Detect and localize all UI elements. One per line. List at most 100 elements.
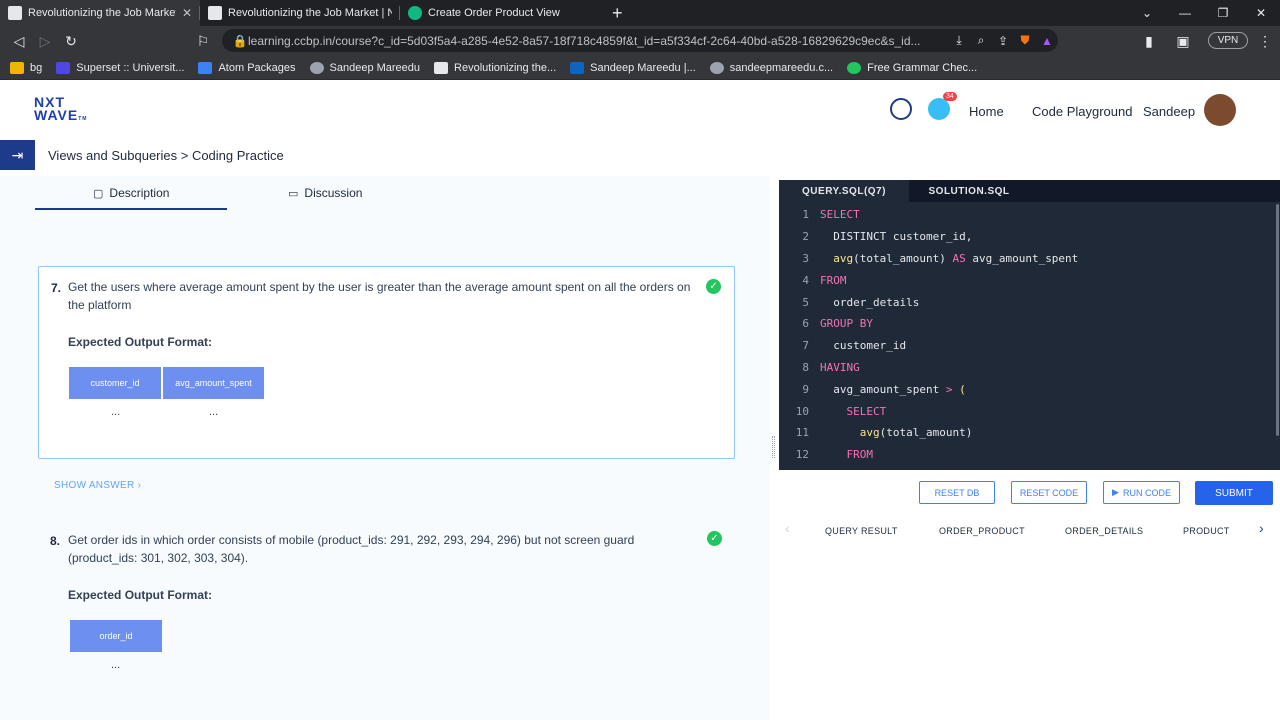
run-code-button[interactable]: ▶ RUN CODE xyxy=(1103,481,1180,504)
tab-order-product[interactable]: ORDER_PRODUCT xyxy=(939,526,1025,536)
code-line[interactable]: 8 HAVING xyxy=(779,357,1275,379)
avatar[interactable] xyxy=(1204,94,1236,126)
code-token: order_details xyxy=(820,295,920,309)
vpn-button[interactable]: VPN xyxy=(1208,32,1248,49)
brave-shield-icon[interactable]: ⛊ xyxy=(1014,33,1036,48)
url-text[interactable]: learning.ccbp.in/course?c_id=5d03f5a4-a2… xyxy=(248,34,948,48)
bookmark-label: Free Grammar Chec... xyxy=(867,61,978,74)
question-number: 8. xyxy=(50,534,61,548)
close-window-icon[interactable]: ✕ xyxy=(1242,0,1280,26)
question-text: Get the users where average amount spent… xyxy=(68,280,691,312)
code-line[interactable]: 2 DISTINCT customer_id, xyxy=(779,226,1275,248)
code-line[interactable]: 6 GROUP BY xyxy=(779,313,1275,335)
submit-button[interactable]: SUBMIT xyxy=(1195,481,1273,505)
nav-user-name[interactable]: Sandeep xyxy=(1143,104,1195,119)
expected-output-label: Expected Output Format: xyxy=(68,335,213,349)
code-line[interactable]: 3 avg (total_amount) AS avg_amount_spent xyxy=(779,248,1275,270)
linkedin-icon xyxy=(570,61,585,74)
tab-description[interactable]: ▢ Description xyxy=(93,186,169,200)
browser-tab-1[interactable]: Revolutionizing the Job Market | N ✕ xyxy=(0,0,200,26)
code-line[interactable]: 1 SELECT xyxy=(779,204,1275,226)
bookmark-item[interactable]: sandeepmareedu.c... xyxy=(709,61,834,74)
minimize-icon[interactable]: — xyxy=(1166,0,1204,26)
editor-scrollbar[interactable] xyxy=(1276,204,1279,436)
tab-search-icon[interactable]: ⌄ xyxy=(1128,0,1166,26)
code-token: (total_amount) xyxy=(853,251,953,265)
line-number: 10 xyxy=(795,404,809,418)
close-tab-icon[interactable]: ✕ xyxy=(182,6,192,20)
bookmark-label: bg xyxy=(30,61,43,74)
chevron-right-icon: › xyxy=(137,480,142,491)
new-tab-icon[interactable]: + xyxy=(612,3,623,24)
back-icon[interactable]: ◁ xyxy=(6,28,32,54)
code-line[interactable]: 7 customer_id xyxy=(779,335,1275,357)
browser-tab-3[interactable]: Create Order Product View xyxy=(400,0,600,26)
tab-discussion-label: Discussion xyxy=(304,186,363,200)
vpn-label: VPN xyxy=(1217,35,1239,46)
bookmark-item[interactable]: Superset :: Universit... xyxy=(56,61,184,74)
reset-db-button[interactable]: RESET DB xyxy=(919,481,995,504)
browser-tab-title: Revolutionizing the Job Market | N xyxy=(28,7,176,19)
timer-icon[interactable] xyxy=(890,98,912,120)
browser-tab-2[interactable]: Revolutionizing the Job Market | NxtW xyxy=(200,0,400,26)
address-bar[interactable]: 🔒 learning.ccbp.in/course?c_id=5d03f5a4-… xyxy=(222,29,1058,52)
nav-home-link[interactable]: Home xyxy=(969,104,1004,119)
sidebar-icon[interactable]: ▮ xyxy=(1136,28,1162,54)
maximize-icon[interactable]: ❐ xyxy=(1204,0,1242,26)
reset-code-button[interactable]: RESET CODE xyxy=(1011,481,1087,504)
code-area[interactable]: 1 SELECT 2 DISTINCT customer_id, 3 avg (tota… xyxy=(779,204,1275,466)
bookmark-label: Sandeep Mareedu xyxy=(329,61,421,74)
forward-icon[interactable]: ▷ xyxy=(32,28,58,54)
bookmark-item[interactable]: Sandeep Mareedu xyxy=(309,61,421,74)
install-icon[interactable]: ⤓ xyxy=(948,33,970,48)
code-line[interactable]: 9 avg_amount_spent > ( xyxy=(779,378,1275,400)
tab-product[interactable]: PRODUCT xyxy=(1183,526,1230,536)
bookmark-item[interactable]: bg xyxy=(10,61,43,74)
show-answer-link[interactable]: SHOW ANSWER › xyxy=(54,480,141,491)
code-token: avg xyxy=(820,426,880,440)
code-line[interactable]: 11 avg (total_amount) xyxy=(779,422,1275,444)
share-icon[interactable]: ⇪ xyxy=(992,34,1014,48)
output-placeholder: ... xyxy=(111,406,121,418)
browser-tab-bar: Revolutionizing the Job Market | N ✕ Rev… xyxy=(0,0,1280,26)
tab-query-sql[interactable]: QUERY.SQL(Q7) xyxy=(779,180,909,202)
nav-code-playground-link[interactable]: Code Playground xyxy=(1032,104,1132,119)
code-token: GROUP BY xyxy=(820,317,873,331)
code-line[interactable]: 5 order_details xyxy=(779,291,1275,313)
code-token: avg_amount_spent xyxy=(820,382,946,396)
code-token: FROM xyxy=(820,273,847,287)
chat-icon[interactable] xyxy=(928,98,950,120)
panel-resize-handle[interactable] xyxy=(772,436,775,458)
notification-badge: 34 xyxy=(943,92,957,101)
tab-discussion[interactable]: ▭ Discussion xyxy=(288,186,362,200)
bookmark-label: sandeepmareedu.c... xyxy=(729,61,834,74)
wallet-icon[interactable]: ▣ xyxy=(1170,28,1196,54)
chevron-right-icon[interactable]: › xyxy=(1259,520,1264,536)
code-token: DISTINCT customer_id, xyxy=(820,230,973,244)
sidebar-toggle-button[interactable]: ⇥ xyxy=(0,140,35,170)
code-line[interactable]: 10 SELECT xyxy=(779,400,1275,422)
bookmark-item[interactable]: Free Grammar Chec... xyxy=(847,61,978,74)
bookmark-item[interactable]: Atom Packages xyxy=(198,61,296,74)
chevron-left-icon[interactable]: ‹ xyxy=(785,520,790,536)
brave-rewards-icon[interactable]: ▲ xyxy=(1036,34,1058,48)
menu-icon[interactable]: ⋮ xyxy=(1252,28,1278,54)
bookmark-label: Revolutionizing the... xyxy=(454,61,557,74)
expected-output-label: Expected Output Format: xyxy=(68,588,213,602)
bookmark-icon[interactable]: ⚐ xyxy=(190,28,216,54)
nxtwave-logo[interactable]: NXT WAVETM xyxy=(34,95,87,126)
bookmark-item[interactable]: Sandeep Mareedu |... xyxy=(570,61,696,74)
zoom-icon[interactable]: ⌕ xyxy=(970,33,992,48)
code-line[interactable]: 4 FROM xyxy=(779,269,1275,291)
lock-icon: 🔒 xyxy=(232,33,248,48)
code-token: > xyxy=(945,382,953,396)
line-number: 8 xyxy=(802,360,809,374)
tab-solution-sql[interactable]: SOLUTION.SQL xyxy=(909,180,1029,202)
reload-icon[interactable]: ↻ xyxy=(58,28,84,54)
tab-order-details[interactable]: ORDER_DETAILS xyxy=(1065,526,1143,536)
tab-query-result[interactable]: QUERY RESULT xyxy=(825,526,898,536)
code-line[interactable]: 12 FROM xyxy=(779,444,1275,466)
bookmark-item[interactable]: Revolutionizing the... xyxy=(434,61,557,74)
line-number: 4 xyxy=(802,273,809,287)
chatgpt-favicon-icon xyxy=(408,6,422,20)
